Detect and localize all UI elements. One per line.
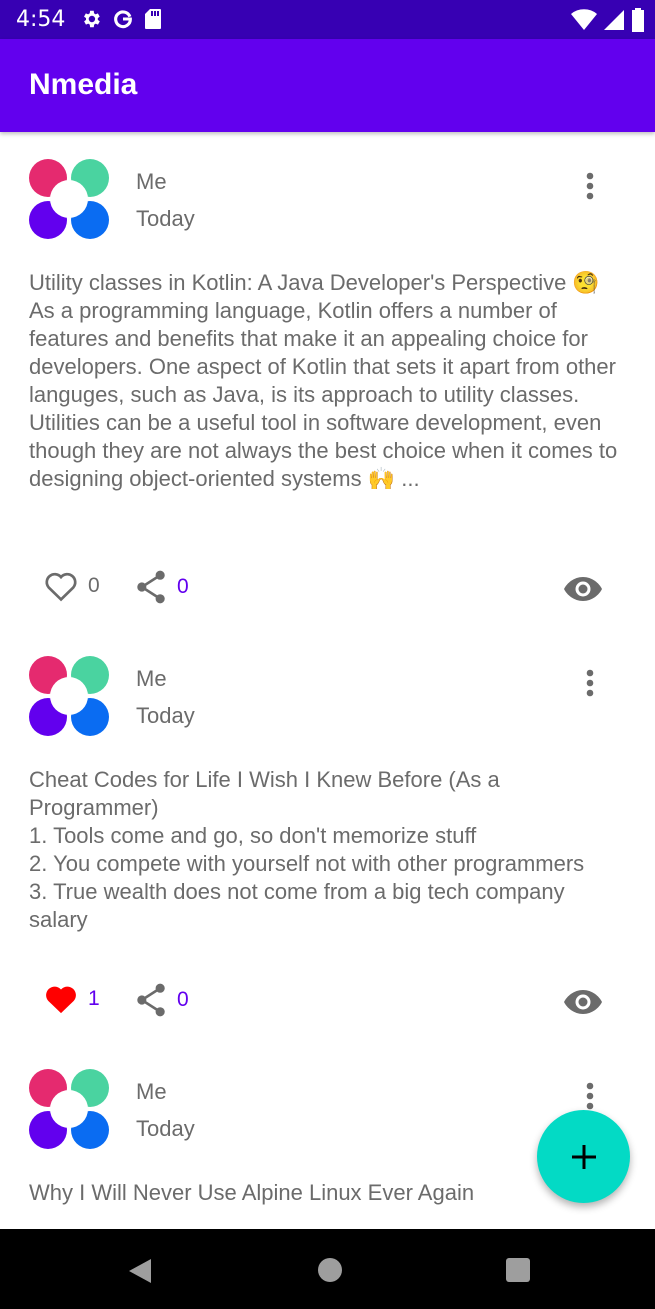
post-author: Me <box>136 666 167 691</box>
likes-count: 1 <box>88 987 100 1010</box>
shares-count: 0 <box>177 988 189 1011</box>
shares-count: 0 <box>177 575 189 598</box>
recents-icon[interactable] <box>505 1257 531 1287</box>
avatar <box>28 158 110 240</box>
avatar <box>28 1068 110 1150</box>
share-icon <box>137 570 165 604</box>
share-button[interactable]: 0 <box>135 570 189 604</box>
eye-icon <box>564 577 602 601</box>
battery-icon <box>631 8 645 32</box>
post-author: Me <box>136 1079 167 1104</box>
post-menu-button[interactable] <box>575 663 605 703</box>
status-time: 4:54 <box>16 7 66 32</box>
heart-outline-icon <box>45 572 77 602</box>
plus-icon <box>571 1144 596 1169</box>
heart-filled-icon <box>46 986 76 1014</box>
status-bar: 4:54 <box>0 0 655 39</box>
status-system-icons <box>571 8 645 32</box>
post-content: Cheat Codes for Life I Wish I Knew Befor… <box>29 767 585 932</box>
post-date: Today <box>136 206 195 231</box>
likes-count: 0 <box>88 574 100 597</box>
posts-list[interactable]: Me Today Utility classes in Kotlin: A Ja… <box>0 132 655 1229</box>
sd-card-icon <box>144 8 162 30</box>
system-navigation-bar <box>0 1229 655 1309</box>
eye-icon <box>564 990 602 1014</box>
more-vert-icon <box>586 669 594 697</box>
google-icon <box>112 8 134 30</box>
add-post-button[interactable] <box>537 1110 630 1203</box>
share-icon <box>137 983 165 1017</box>
app-bar: Nmedia <box>0 39 655 132</box>
back-icon[interactable] <box>127 1257 153 1289</box>
app-title: Nmedia <box>29 68 138 101</box>
like-button[interactable]: 0 <box>44 570 100 602</box>
post-content: Utility classes in Kotlin: A Java Develo… <box>29 270 618 491</box>
settings-icon <box>80 8 102 30</box>
views-button[interactable] <box>563 576 603 602</box>
post-author: Me <box>136 169 167 194</box>
status-notification-icons <box>80 8 162 30</box>
views-button[interactable] <box>563 989 603 1015</box>
more-vert-icon <box>586 1082 594 1110</box>
post-date: Today <box>136 703 195 728</box>
post-date: Today <box>136 1116 195 1141</box>
share-button[interactable]: 0 <box>135 983 189 1017</box>
home-icon[interactable] <box>317 1257 343 1287</box>
post-menu-button[interactable] <box>575 166 605 206</box>
more-vert-icon <box>586 172 594 200</box>
post-content: Why I Will Never Use Alpine Linux Ever A… <box>29 1180 475 1205</box>
like-button[interactable]: 1 <box>44 983 100 1015</box>
wifi-icon <box>571 9 597 31</box>
avatar <box>28 655 110 737</box>
cell-signal-icon <box>603 9 625 31</box>
